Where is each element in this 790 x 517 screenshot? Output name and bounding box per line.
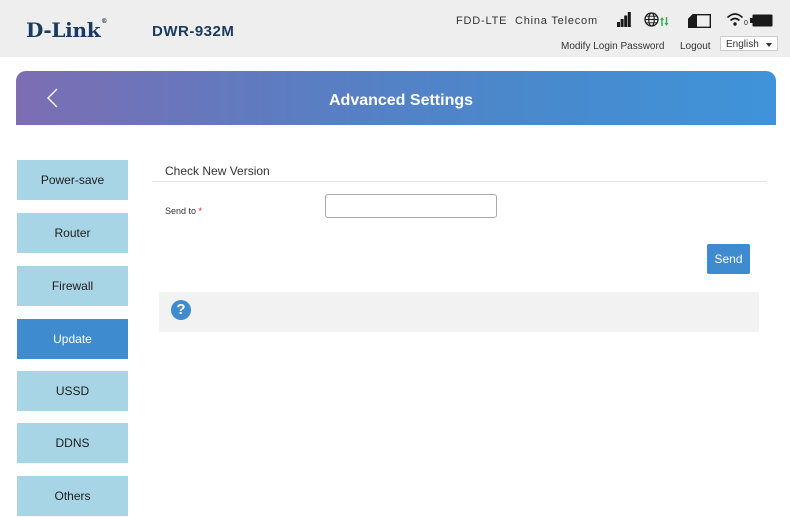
help-panel <box>159 292 759 332</box>
send-to-label: Send to * <box>165 206 202 216</box>
logo-trademark: ® <box>101 18 107 25</box>
logo-text: D-Link <box>26 18 101 42</box>
modify-login-password-link[interactable]: Modify Login Password <box>561 41 664 52</box>
sidebar-item-ddns[interactable]: DDNS <box>17 423 128 463</box>
help-icon[interactable]: ? <box>171 300 191 320</box>
sidebar-item-label: Others <box>54 489 91 503</box>
sidebar-item-label: Router <box>54 226 91 240</box>
page-title: Advanced Settings <box>328 92 474 109</box>
wifi-client-count: 0 <box>744 20 748 27</box>
model-name: DWR-932M <box>152 23 235 40</box>
sidebar-item-label: Power-save <box>40 173 105 187</box>
caret-down-icon <box>766 43 772 47</box>
dlink-logo: D-Link® <box>26 18 107 42</box>
send-to-label-text: Send to <box>165 206 197 216</box>
sidebar-item-label: Update <box>53 332 92 346</box>
section-title: Check New Version <box>165 164 270 178</box>
sidebar-item-label: Firewall <box>51 279 94 293</box>
sidebar-item-power-save[interactable]: Power-save <box>17 160 128 200</box>
data-globe-icon <box>644 12 669 27</box>
section-divider <box>152 181 767 182</box>
sim-card-icon <box>688 14 711 28</box>
battery-icon <box>750 14 773 27</box>
language-value: English <box>726 39 759 50</box>
sidebar-item-ussd[interactable]: USSD <box>17 371 128 411</box>
top-header <box>0 0 790 57</box>
wifi-icon <box>726 13 744 26</box>
carrier-name: China Telecom <box>514 15 598 27</box>
network-info: FDD-LTE China Telecom <box>456 15 598 27</box>
sidebar-item-others[interactable]: Others <box>17 476 128 516</box>
required-marker: * <box>198 206 203 216</box>
sidebar-item-firewall[interactable]: Firewall <box>17 266 128 306</box>
sidebar-item-label: USSD <box>55 384 90 398</box>
logout-link[interactable]: Logout <box>680 41 711 52</box>
network-type: FDD-LTE <box>456 15 508 27</box>
send-to-input[interactable] <box>325 194 497 218</box>
language-select[interactable]: English <box>720 36 778 51</box>
sidebar-item-label: DDNS <box>55 436 90 450</box>
sidebar-item-update[interactable]: Update <box>17 319 128 359</box>
sidebar-item-router[interactable]: Router <box>17 213 128 253</box>
signal-strength-icon <box>617 12 631 27</box>
send-button[interactable]: Send <box>707 244 750 274</box>
